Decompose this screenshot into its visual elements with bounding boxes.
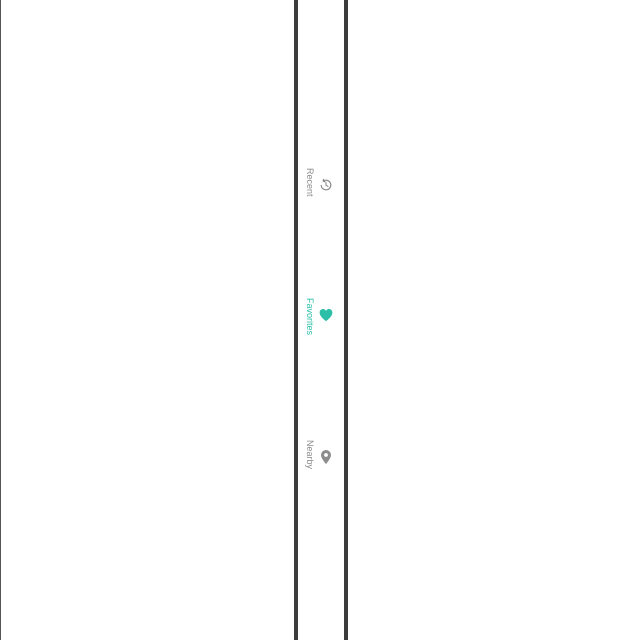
nav-item-label-nearby: Nearby xyxy=(305,440,315,470)
nav-item-label-recent: Recent xyxy=(305,168,315,197)
bottom-navigation-bar: Recent Favorites Nearby xyxy=(298,0,344,640)
screen-left-edge xyxy=(0,0,1,640)
history-icon xyxy=(318,177,334,193)
location-pin-icon xyxy=(318,449,334,465)
nav-item-recent[interactable]: Recent xyxy=(298,166,344,226)
nav-item-favorites[interactable]: Favorites xyxy=(298,296,344,356)
heart-icon xyxy=(318,307,334,323)
screen: Recent Favorites Nearby xyxy=(0,0,640,640)
nav-bar-border-right xyxy=(344,0,348,640)
nav-item-label-favorites: Favorites xyxy=(305,298,315,336)
nav-item-nearby[interactable]: Nearby xyxy=(298,438,344,498)
